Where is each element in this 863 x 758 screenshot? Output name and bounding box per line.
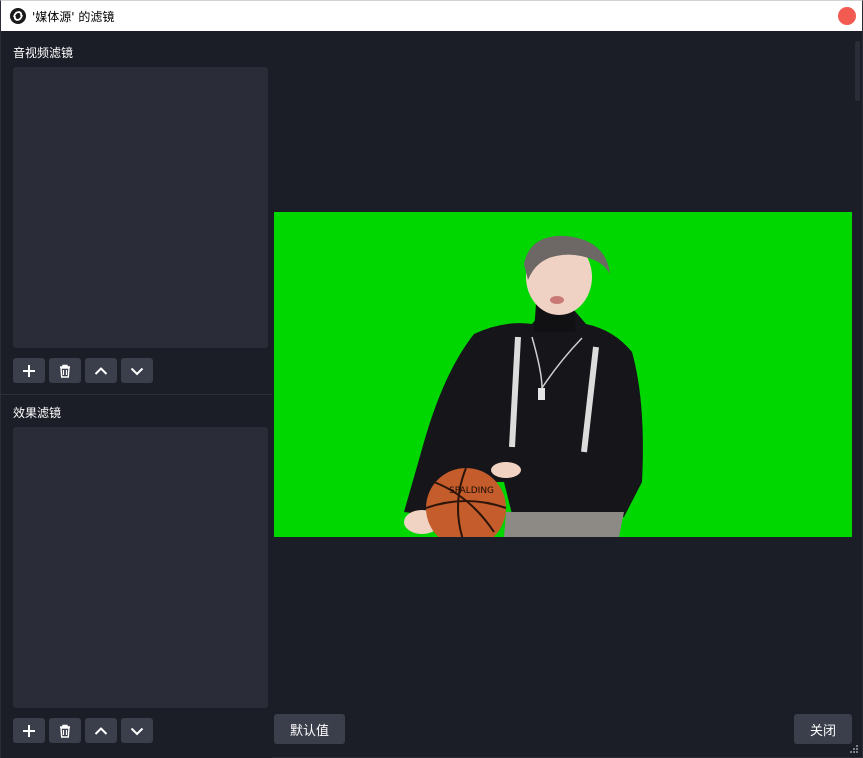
window-title: '媒体源' 的滤镜: [32, 9, 115, 24]
effect-filters-label: 效果滤镜: [13, 406, 62, 420]
audio-video-filters-label: 音视频滤镜: [13, 46, 74, 60]
trash-icon: [60, 364, 70, 378]
preview-area: SPALDING: [274, 41, 852, 705]
add-icon: [23, 724, 35, 737]
obs-logo-icon: [10, 8, 26, 24]
audio-video-filters-toolbar: [13, 358, 153, 383]
preview-person-image: SPALDING: [404, 235, 643, 537]
move-audio-video-filter-down-button[interactable]: [121, 358, 153, 383]
section-divider: [1, 394, 272, 395]
scrollbar-thumb[interactable]: [855, 41, 860, 101]
title-bar[interactable]: '媒体源' 的滤镜: [1, 1, 862, 31]
audio-video-filters-list[interactable]: [13, 67, 268, 348]
move-audio-video-filter-up-button[interactable]: [85, 358, 117, 383]
chevron-up-icon: [94, 366, 108, 375]
remove-audio-video-filter-button[interactable]: [49, 358, 81, 383]
close-button[interactable]: 关闭: [794, 714, 852, 744]
effect-filters-list[interactable]: [13, 427, 268, 708]
chevron-down-icon: [130, 367, 144, 375]
defaults-button[interactable]: 默认值: [274, 714, 345, 744]
move-effect-filter-up-button[interactable]: [85, 718, 117, 743]
effect-filters-toolbar: [13, 718, 153, 743]
remove-effect-filter-button[interactable]: [49, 718, 81, 743]
close-window-button[interactable]: [838, 7, 856, 25]
add-audio-video-filter-button[interactable]: [13, 358, 45, 383]
chevron-down-icon: [130, 727, 144, 735]
chevron-up-icon: [94, 726, 108, 735]
move-effect-filter-down-button[interactable]: [121, 718, 153, 743]
resize-grip-icon[interactable]: [849, 744, 859, 754]
add-icon: [23, 364, 35, 377]
preview-scrollbar[interactable]: [852, 41, 862, 705]
preview-video: SPALDING: [274, 212, 852, 537]
add-effect-filter-button[interactable]: [13, 718, 45, 743]
filter-panel: 音视频滤镜 效果滤镜: [1, 31, 272, 758]
basketball-text: SPALDING: [449, 486, 494, 496]
filters-window: '媒体源' 的滤镜 音视频滤镜 效果滤镜 SPALDING 默认值 关闭: [0, 0, 863, 758]
trash-icon: [60, 724, 70, 738]
